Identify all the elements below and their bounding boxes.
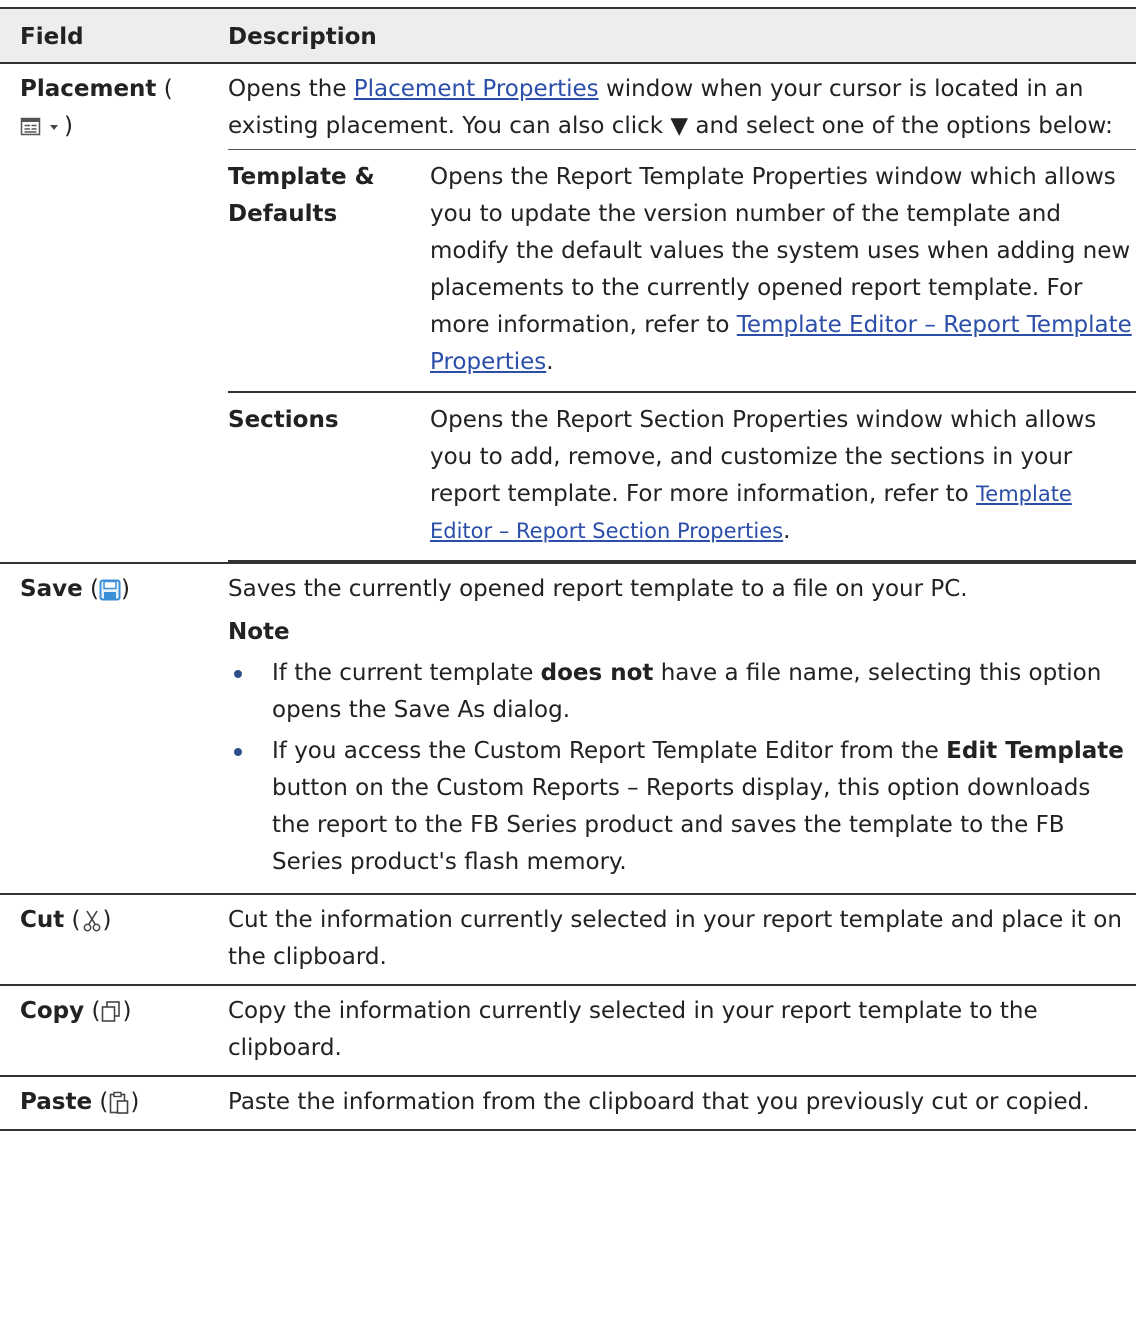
field-name-save: Save [20,576,83,602]
description-cell-placement: Opens the Placement Properties window wh… [208,63,1136,564]
description-cell-cut: Cut the information currently selected i… [208,894,1136,986]
option-desc-end: . [546,349,554,375]
table-row-save: Save ( ) Saves the currently opened repo… [0,563,1136,895]
paren-open: ( [82,576,99,602]
description-cell-paste: Paste the information from the clipboard… [208,1076,1136,1131]
placement-options-table: Template & Defaults Opens the Report Tem… [228,149,1136,562]
option-row-sections: Sections Opens the Report Section Proper… [228,391,1136,562]
paren-open: ( [64,907,81,933]
description-cell-save: Saves the currently opened report templa… [208,563,1136,895]
option-name-sections: Sections [228,391,430,562]
scissors-icon [81,909,103,933]
field-cell-save: Save ( ) [0,563,208,895]
note-text: If you access the Custom Report Template… [272,738,947,764]
copy-icon [100,1000,122,1024]
option-desc-sections: Opens the Report Section Properties wind… [430,391,1136,562]
paren-close: ) [122,998,132,1024]
table-row-placement: Placement ( ) Opens the Placement Proper… [0,63,1136,564]
header-description: Description [208,7,1136,64]
field-description-table: Field Description Placement () Opens th… [0,7,1136,1131]
note-text: If the current template [272,660,541,686]
save-notes-list: If the current template does not have a … [228,655,1126,881]
field-cell-placement: Placement ( ) [0,63,208,564]
paren-close: ) [130,1089,140,1115]
note-bold: Edit Template [946,738,1124,764]
header-field: Field [0,7,208,64]
option-desc-end: . [783,518,791,544]
description-cell-copy: Copy the information currently selected … [208,985,1136,1077]
paren-close: ) [64,113,73,139]
placement-description: Opens the Placement Properties window wh… [208,64,1136,145]
table-row-paste: Paste ( ) Paste the information from the… [0,1076,1136,1131]
list-item: If the current template does not have a … [234,655,1126,729]
placement-properties-icon [20,116,64,138]
paren-open: ( [84,998,101,1024]
option-row-template-defaults: Template & Defaults Opens the Report Tem… [228,149,1136,393]
note-bold: does not [540,660,654,686]
save-icon [99,579,121,601]
note-text-end: button on the Custom Reports – Reports d… [272,775,1091,875]
table-row-cut: Cut ( ) Cut the information currently se… [0,894,1136,986]
document-page: Field Description Placement () Opens th… [0,0,1136,1329]
paren-close: ) [102,907,112,933]
field-name-paste: Paste [20,1089,93,1115]
field-name-copy: Copy [20,998,85,1024]
field-name-cut: Cut [20,907,65,933]
note-label: Note [228,619,290,645]
option-desc-template-defaults: Opens the Report Template Properties win… [430,149,1136,393]
paren-close: ) [120,576,130,602]
paren-open: ( [92,1089,109,1115]
table-row-copy: Copy ( ) Copy the information currently … [0,985,1136,1077]
field-cell-copy: Copy ( ) [0,985,208,1077]
table-header-row: Field Description [0,7,1136,64]
paste-icon [108,1091,130,1115]
placement-desc-text: Opens the [228,76,354,102]
placement-properties-link[interactable]: Placement Properties [354,76,599,102]
field-cell-paste: Paste ( ) [0,1076,208,1131]
paren-open: ( [156,76,173,102]
field-name-placement: Placement [20,76,157,102]
save-description: Saves the currently opened report templa… [228,576,968,602]
list-item: If you access the Custom Report Template… [234,733,1126,881]
field-cell-cut: Cut ( ) [0,894,208,986]
option-name-template-defaults: Template & Defaults [228,149,430,393]
